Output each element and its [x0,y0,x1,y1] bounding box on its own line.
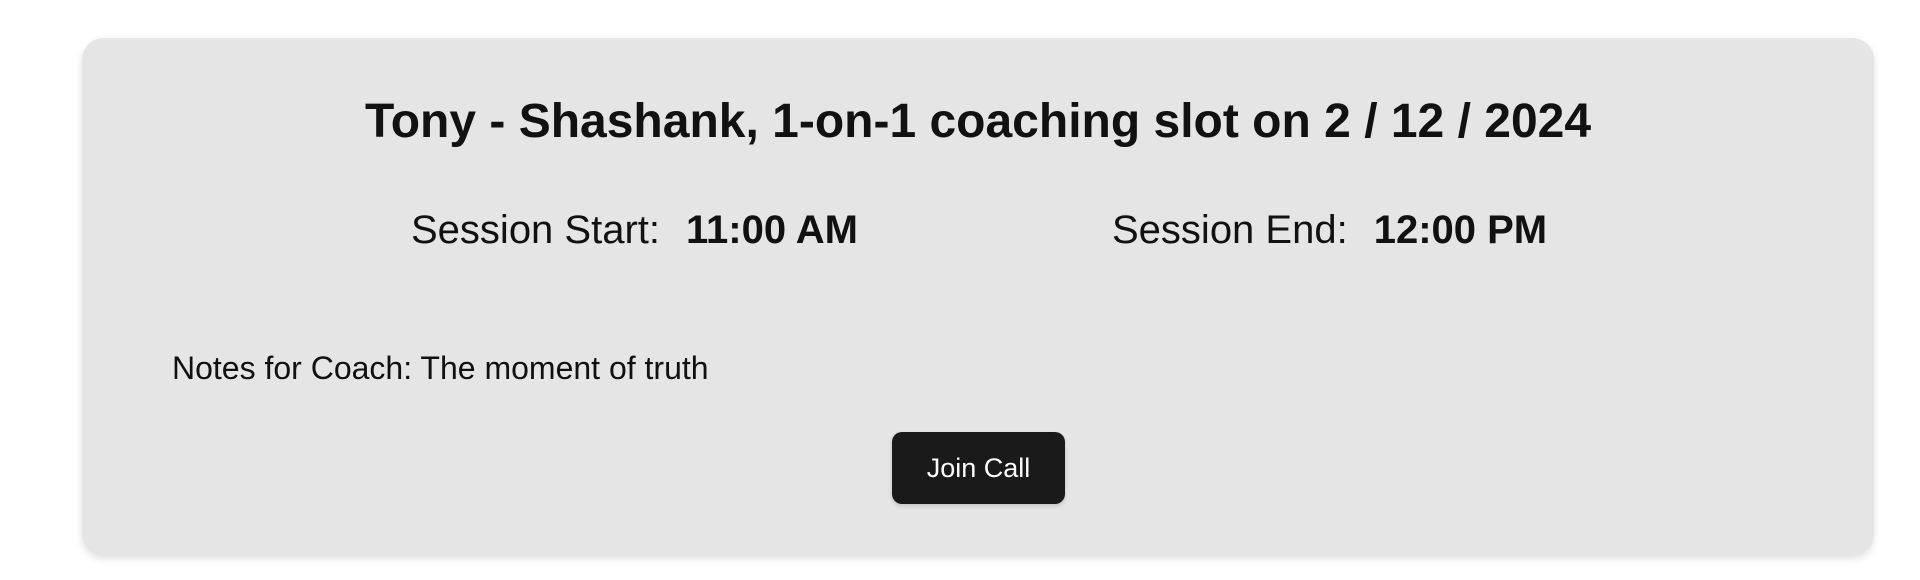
session-title: Tony - Shashank, 1-on-1 coaching slot on… [364,95,1592,148]
session-end-label: Session End: [1112,208,1348,252]
session-start-label: Session Start: [411,208,661,252]
session-times: Session Start: 11:00 AM Session End: 12:00… [82,200,1874,260]
session-card: Tony - Shashank, 1-on-1 coaching slot on… [82,38,1874,556]
coach-notes: Notes for Coach: The moment of truth [172,350,709,386]
session-end-time: 12:00 PM [1373,208,1548,252]
session-start: Session Start: 11:00 AM [411,200,858,260]
session-end: Session End: 12:00 PM [1112,200,1547,260]
join-call-button[interactable]: Join Call [892,432,1065,504]
session-start-time: 11:00 AM [686,208,858,252]
